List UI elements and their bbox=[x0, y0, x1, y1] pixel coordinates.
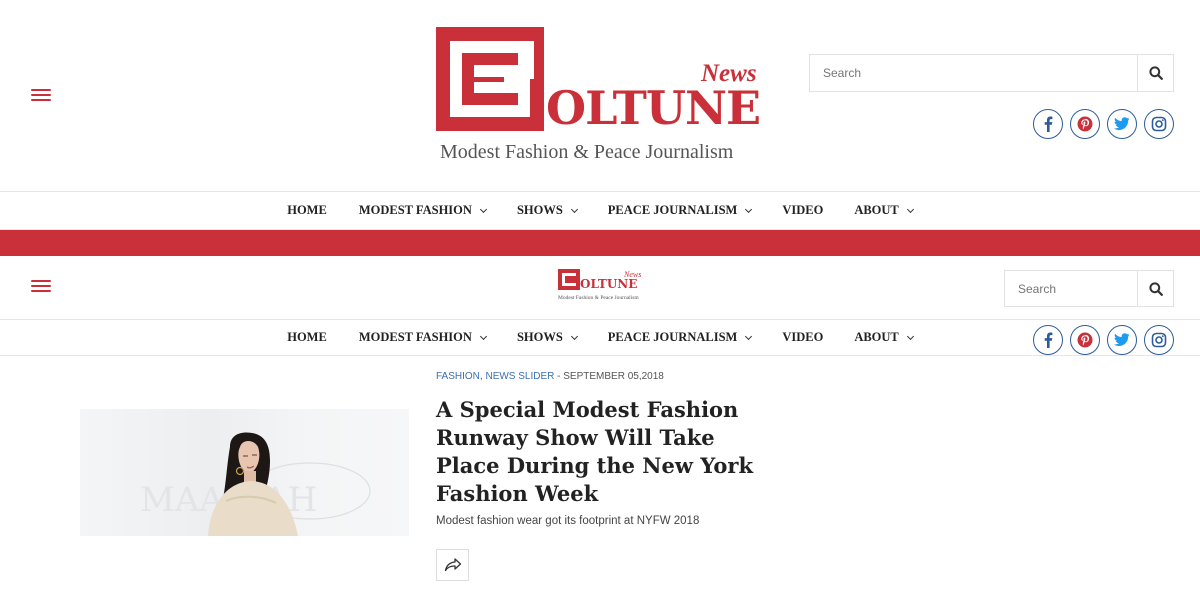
page: News OLTUNE Modest Fashion & Peace Journ… bbox=[0, 0, 1200, 613]
search-box bbox=[809, 54, 1174, 92]
logo-wordmark: OLTUNE bbox=[546, 81, 761, 135]
pinterest-icon[interactable] bbox=[1070, 109, 1100, 139]
share-button[interactable] bbox=[436, 549, 469, 581]
main-header: News OLTUNE Modest Fashion & Peace Journ… bbox=[0, 0, 1200, 192]
nav-label: MODEST FASHION bbox=[358, 203, 472, 217]
sticky-search-input[interactable] bbox=[1005, 271, 1139, 306]
facebook-icon[interactable] bbox=[1033, 325, 1063, 355]
nav-item-shows[interactable]: SHOWS bbox=[516, 203, 578, 218]
sticky-social-links bbox=[1033, 325, 1174, 355]
nav-item-modest-fashion[interactable]: MODEST FASHION bbox=[358, 330, 487, 345]
category-separator: , bbox=[479, 371, 483, 382]
nav-label: HOME bbox=[287, 203, 327, 217]
nav-label: HOME bbox=[287, 330, 327, 344]
nav-label: VIDEO bbox=[782, 203, 824, 217]
red-divider-bar bbox=[0, 230, 1200, 256]
article-image: MAARIAH bbox=[140, 432, 371, 536]
search-button[interactable] bbox=[1137, 55, 1173, 91]
search-icon bbox=[1148, 66, 1163, 80]
instagram-icon[interactable] bbox=[1144, 109, 1174, 139]
share-icon bbox=[444, 558, 461, 572]
chevron-down-icon bbox=[906, 205, 914, 213]
article-excerpt: Modest fashion wear got its footprint at… bbox=[436, 515, 700, 527]
pinterest-icon[interactable] bbox=[1070, 325, 1100, 355]
nav-item-shows[interactable]: SHOWS bbox=[516, 330, 578, 345]
nav-label: ABOUT bbox=[854, 330, 899, 344]
main-nav: HOME MODEST FASHION SHOWS PEACE JOURNALI… bbox=[0, 192, 1200, 230]
nav-item-peace-journalism[interactable]: PEACE JOURNALISM bbox=[607, 203, 753, 218]
article-date: - SEPTEMBER 05,2018 bbox=[557, 371, 664, 382]
search-icon bbox=[1148, 281, 1163, 296]
article-title[interactable]: A Special Modest Fashion Runway Show Wil… bbox=[436, 396, 766, 508]
chevron-down-icon bbox=[479, 332, 487, 340]
menu-toggle-icon[interactable] bbox=[31, 280, 51, 294]
chevron-down-icon bbox=[745, 332, 753, 340]
nav-item-modest-fashion[interactable]: MODEST FASHION bbox=[358, 203, 487, 218]
nav-item-video[interactable]: VIDEO bbox=[782, 330, 823, 345]
category-link-news-slider[interactable]: NEWS SLIDER bbox=[485, 371, 554, 382]
nav-label: PEACE JOURNALISM bbox=[607, 203, 738, 217]
instagram-icon[interactable] bbox=[1144, 325, 1174, 355]
chevron-down-icon bbox=[570, 205, 578, 213]
article-thumbnail[interactable]: MAARIAH bbox=[80, 409, 409, 536]
nav-item-about[interactable]: ABOUT bbox=[854, 330, 914, 345]
search-input[interactable] bbox=[810, 55, 1139, 91]
twitter-icon[interactable] bbox=[1107, 325, 1137, 355]
nav-item-video[interactable]: VIDEO bbox=[782, 203, 823, 218]
nav-item-home[interactable]: HOME bbox=[287, 330, 327, 345]
menu-toggle-icon[interactable] bbox=[31, 89, 51, 103]
nav-label: PEACE JOURNALISM bbox=[607, 330, 738, 344]
nav-item-peace-journalism[interactable]: PEACE JOURNALISM bbox=[607, 330, 753, 345]
logo-tagline: Modest Fashion & Peace Journalism bbox=[440, 141, 734, 163]
facebook-icon[interactable] bbox=[1033, 109, 1063, 139]
sticky-search-button[interactable] bbox=[1137, 271, 1173, 306]
chevron-down-icon bbox=[906, 332, 914, 340]
chevron-down-icon bbox=[745, 205, 753, 213]
nav-item-home[interactable]: HOME bbox=[287, 203, 327, 218]
nav-label: ABOUT bbox=[854, 203, 899, 217]
sticky-site-logo[interactable]: News OLTUNE Modest Fashion & Peace Journ… bbox=[558, 269, 648, 309]
chevron-down-icon bbox=[570, 332, 578, 340]
category-link-fashion[interactable]: FASHION bbox=[436, 371, 480, 382]
nav-item-about[interactable]: ABOUT bbox=[854, 203, 914, 218]
logo-g-mark bbox=[436, 27, 544, 131]
nav-label: VIDEO bbox=[782, 330, 824, 344]
nav-label: SHOWS bbox=[516, 203, 563, 217]
nav-label: MODEST FASHION bbox=[358, 330, 472, 344]
logo-wordmark: OLTUNE bbox=[580, 277, 638, 291]
logo-g-mark bbox=[558, 269, 580, 290]
sticky-nav: HOME MODEST FASHION SHOWS PEACE JOURNALI… bbox=[0, 320, 1200, 356]
logo-tagline: Modest Fashion & Peace Journalism bbox=[558, 295, 639, 301]
site-logo[interactable]: News OLTUNE Modest Fashion & Peace Journ… bbox=[436, 27, 766, 167]
article-meta: FASHION, NEWS SLIDER - SEPTEMBER 05,2018 bbox=[436, 371, 664, 382]
sticky-search-box bbox=[1004, 270, 1174, 307]
nav-label: SHOWS bbox=[516, 330, 563, 344]
chevron-down-icon bbox=[479, 205, 487, 213]
twitter-icon[interactable] bbox=[1107, 109, 1137, 139]
social-links bbox=[1033, 109, 1174, 139]
